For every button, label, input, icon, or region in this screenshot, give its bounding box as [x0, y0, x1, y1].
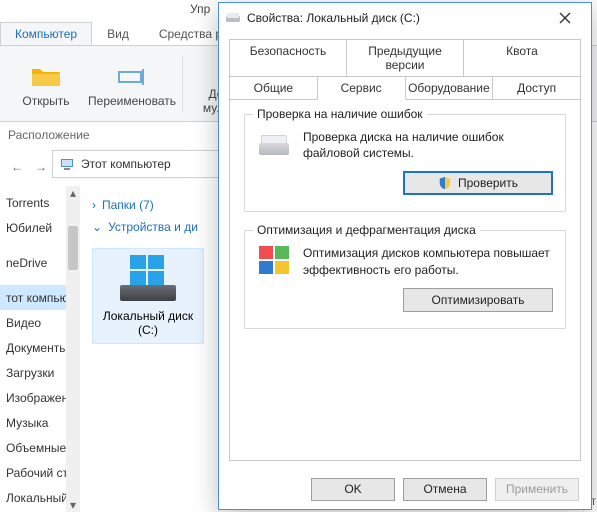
shield-icon	[438, 176, 452, 190]
rename-icon	[116, 60, 148, 92]
close-button[interactable]	[545, 4, 585, 32]
error-check-desc: Проверка диска на наличие ошибок файлово…	[303, 129, 553, 161]
disk-icon	[257, 129, 291, 157]
dialog-tab[interactable]: Безопасность	[229, 39, 347, 76]
close-icon	[559, 12, 571, 24]
error-check-group: Проверка на наличие ошибок Проверка диск…	[244, 114, 566, 212]
dialog-tab[interactable]: Предыдущие версии	[346, 39, 464, 76]
drive-icon	[225, 10, 241, 26]
defrag-desc: Оптимизация дисков компьютера повышает э…	[303, 245, 553, 277]
optimize-label: Оптимизировать	[432, 293, 525, 307]
open-button[interactable]: Открыть	[10, 60, 82, 108]
rename-label: Переименовать	[88, 94, 176, 108]
chevron-down-icon: ⌄	[92, 220, 102, 234]
drive-tile-c[interactable]: Локальный диск (C:)	[92, 248, 204, 344]
chevron-right-icon: ›	[92, 198, 96, 212]
nav-buttons: ← →	[6, 156, 52, 178]
dialog-tab[interactable]: Квота	[463, 39, 581, 76]
dialog-footer: OK Отмена Применить	[219, 469, 591, 509]
rename-button[interactable]: Переименовать	[96, 60, 168, 108]
dialog-tab[interactable]: Общие	[229, 76, 318, 100]
dialog-tab[interactable]: Доступ	[492, 76, 581, 100]
defrag-legend: Оптимизация и дефрагментация диска	[253, 223, 480, 237]
optimize-button[interactable]: Оптимизировать	[403, 288, 553, 312]
apply-button: Применить	[495, 478, 579, 501]
scroll-up-icon[interactable]: ▴	[66, 186, 80, 200]
defrag-icon	[257, 245, 291, 275]
breadcrumb-root[interactable]: Этот компьютер	[81, 157, 171, 171]
scroll-thumb[interactable]	[68, 226, 78, 270]
drive-icon	[114, 255, 182, 303]
scroll-down-icon[interactable]: ▾	[66, 498, 80, 512]
defrag-group: Оптимизация и дефрагментация диска Оптим…	[244, 230, 566, 328]
dialog-tabs: БезопасностьПредыдущие версииКвота Общие…	[229, 39, 581, 100]
tree-scrollbar[interactable]: ▴ ▾	[66, 186, 80, 512]
ribbon-separator	[182, 56, 183, 112]
cancel-button[interactable]: Отмена	[403, 478, 487, 501]
open-label: Открыть	[22, 94, 69, 108]
properties-dialog: Свойства: Локальный диск (C:) Безопаснос…	[218, 2, 592, 510]
group-folders-label: Папки (7)	[102, 198, 154, 212]
dialog-tab[interactable]: Сервис	[317, 76, 406, 100]
nav-forward-button[interactable]: →	[30, 156, 52, 178]
dialog-tab[interactable]: Оборудование	[405, 76, 494, 100]
nav-back-button[interactable]: ←	[6, 156, 28, 178]
this-pc-icon	[59, 156, 75, 172]
drive-label: Локальный диск (C:)	[99, 309, 197, 337]
dialog-title: Свойства: Локальный диск (C:)	[247, 11, 545, 25]
check-disk-label: Проверить	[458, 176, 518, 190]
tab-view[interactable]: Вид	[92, 22, 144, 45]
check-disk-button[interactable]: Проверить	[403, 171, 553, 195]
error-check-legend: Проверка на наличие ошибок	[253, 107, 427, 121]
ok-button[interactable]: OK	[311, 478, 395, 501]
tab-computer[interactable]: Компьютер	[0, 22, 92, 45]
folder-open-icon	[30, 60, 62, 92]
dialog-body: Проверка на наличие ошибок Проверка диск…	[229, 100, 581, 461]
dialog-titlebar[interactable]: Свойства: Локальный диск (C:)	[219, 3, 591, 33]
title-manage: Упр	[190, 2, 210, 16]
group-devices-label: Устройства и ди	[108, 220, 198, 234]
